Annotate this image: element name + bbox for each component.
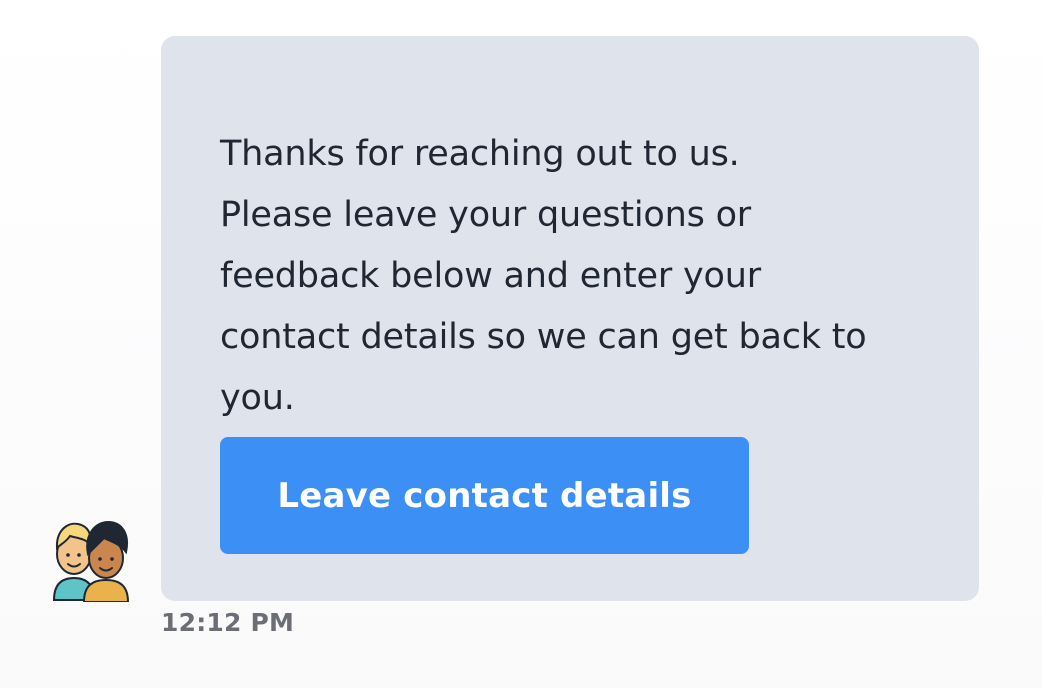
message-line: contact details so we can get back to (220, 317, 867, 357)
message-bubble: Thanks for reaching out to us. Please le… (161, 36, 979, 601)
message-line: you. (220, 378, 295, 418)
message-timestamp: 12:12 PM (161, 608, 295, 637)
message-line: feedback below and enter your (220, 256, 761, 296)
support-team-avatar-icon (48, 514, 132, 603)
message-line: Please leave your questions or (220, 195, 751, 235)
chat-message-area: Thanks for reaching out to us. Please le… (0, 0, 1042, 688)
message-text: Thanks for reaching out to us. Please le… (220, 124, 939, 429)
leave-contact-details-button[interactable]: Leave contact details (220, 437, 749, 554)
message-line: Thanks for reaching out to us. (220, 134, 740, 174)
